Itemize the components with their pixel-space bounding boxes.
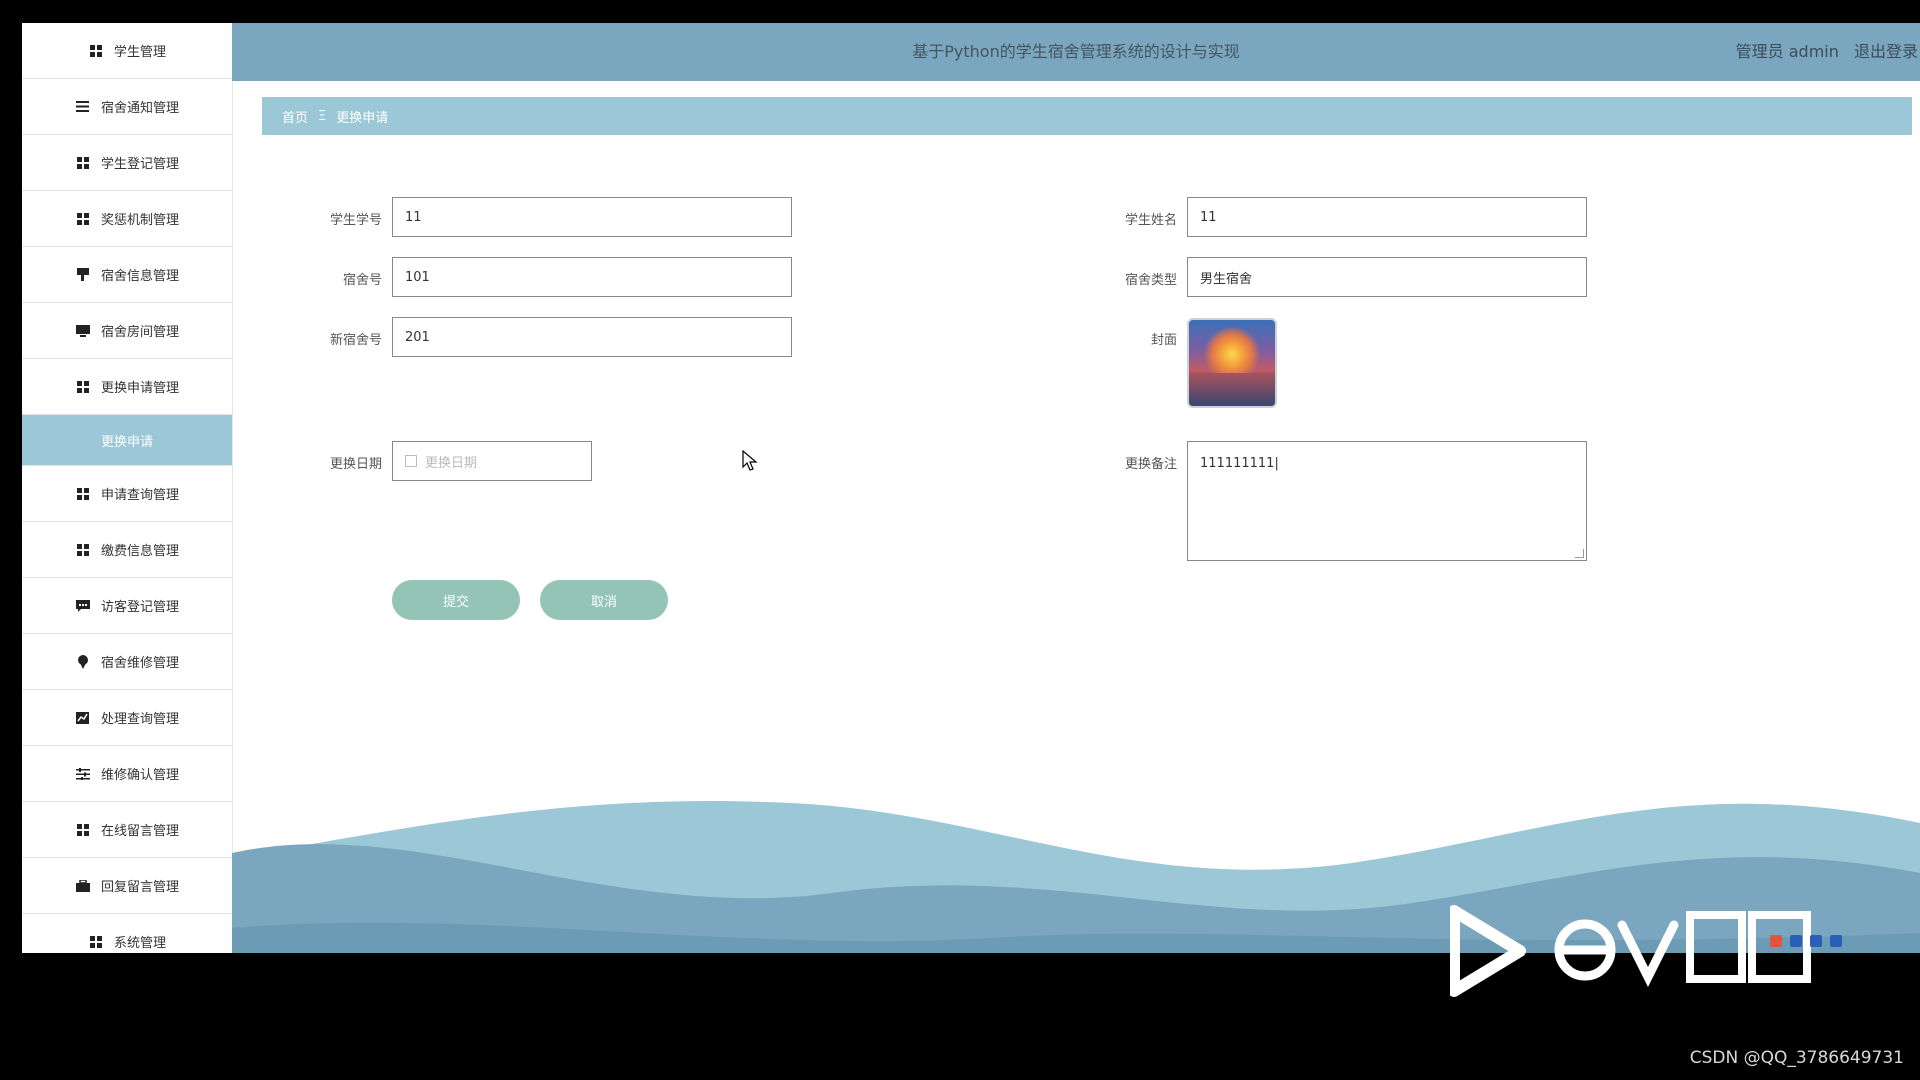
sidebar-item-label: 回复留言管理 bbox=[100, 880, 179, 895]
dorm-type-input[interactable]: 男生宿舍 bbox=[1187, 257, 1587, 297]
tray-shirt-icon[interactable] bbox=[1830, 935, 1842, 947]
monitor-icon bbox=[75, 323, 91, 339]
new-dorm-no-label: 新宿舍号 bbox=[329, 333, 382, 348]
remark-textarea[interactable]: 111111111| bbox=[1187, 441, 1587, 561]
sidebar-item-label: 在线留言管理 bbox=[100, 824, 179, 839]
system-tray bbox=[1770, 935, 1842, 947]
sidebar-item-12[interactable]: 处理查询管理 bbox=[22, 690, 232, 746]
sidebar-item-2[interactable]: 学生登记管理 bbox=[22, 135, 232, 191]
student-id-label: 学生学号 bbox=[329, 213, 382, 228]
dorm-no-input[interactable]: 101 bbox=[392, 257, 792, 297]
sidebar-item-4[interactable]: 宿舍信息管理 bbox=[22, 247, 232, 303]
sidebar-item-11[interactable]: 宿舍维修管理 bbox=[22, 634, 232, 690]
sidebar-item-1[interactable]: 宿舍通知管理 bbox=[22, 79, 232, 135]
sidebar-item-label: 宿舍信息管理 bbox=[100, 269, 179, 284]
sidebar-item-0[interactable]: 学生管理 bbox=[22, 23, 232, 79]
pin-icon bbox=[75, 654, 91, 670]
sliders-icon bbox=[75, 766, 91, 782]
sidebar-item-7[interactable]: 更换申请 bbox=[22, 415, 232, 466]
change-date-label: 更换日期 bbox=[329, 457, 382, 472]
user-area: 管理员 admin 退出登录 bbox=[1726, 23, 1918, 81]
grid-icon bbox=[75, 155, 91, 171]
sidebar-item-3[interactable]: 奖惩机制管理 bbox=[22, 191, 232, 247]
grid-icon bbox=[88, 43, 104, 59]
sidebar-item-label: 缴费信息管理 bbox=[100, 544, 179, 559]
student-name-label: 学生姓名 bbox=[1124, 213, 1177, 228]
sidebar-item-label: 学生管理 bbox=[113, 45, 166, 60]
grid-icon bbox=[75, 211, 91, 227]
admin-label: 管理员 admin bbox=[1735, 42, 1839, 61]
sidebar-item-label: 宿舍通知管理 bbox=[100, 101, 179, 116]
breadcrumb-home[interactable]: 首页 bbox=[282, 107, 308, 126]
app-window: 学生管理 宿舍通知管理 学生登记管理 奖惩机制管理 宿舍信息管理 宿舍房间管理 更换申请管理… bbox=[22, 23, 1920, 953]
header-bar: 基于Python的学生宿舍管理系统的设计与实现 管理员 admin 退出登录 bbox=[232, 23, 1920, 81]
remark-text: 111111111| bbox=[1200, 456, 1279, 471]
new-dorm-no-input[interactable]: 201 bbox=[392, 317, 792, 357]
csdn-watermark: CSDN @QQ_3786649731 bbox=[1689, 1048, 1904, 1068]
submit-button[interactable]: 提交 bbox=[392, 580, 520, 620]
grid-icon bbox=[75, 542, 91, 558]
ev-logo-watermark bbox=[1450, 905, 1811, 997]
resize-handle-icon[interactable] bbox=[1575, 549, 1584, 558]
sidebar-item-10[interactable]: 访客登记管理 bbox=[22, 578, 232, 634]
sidebar-item-16[interactable]: 系统管理 bbox=[22, 914, 232, 953]
breadcrumb: 首页 Ξ 更换申请 bbox=[262, 97, 1912, 135]
sidebar-item-label: 宿舍房间管理 bbox=[100, 325, 179, 340]
chat-icon bbox=[75, 598, 91, 614]
sidebar-item-label: 处理查询管理 bbox=[100, 712, 179, 727]
dorm-type-label: 宿舍类型 bbox=[1124, 273, 1177, 288]
briefcase-icon bbox=[75, 878, 91, 894]
sidebar-item-label: 系统管理 bbox=[113, 936, 166, 951]
cover-water-shape bbox=[1189, 373, 1275, 406]
grid-icon bbox=[75, 486, 91, 502]
sidebar-item-6[interactable]: 更换申请管理 bbox=[22, 359, 232, 415]
sidebar-item-8[interactable]: 申请查询管理 bbox=[22, 466, 232, 522]
sidebar-item-label: 宿舍维修管理 bbox=[100, 656, 179, 671]
list-icon bbox=[75, 99, 91, 115]
student-name-input[interactable]: 11 bbox=[1187, 197, 1587, 237]
sidebar-item-label: 维修确认管理 bbox=[100, 768, 179, 783]
cover-label: 封面 bbox=[1150, 333, 1177, 348]
dorm-no-label: 宿舍号 bbox=[342, 273, 382, 288]
student-id-input[interactable]: 11 bbox=[392, 197, 792, 237]
sidebar-item-15[interactable]: 回复留言管理 bbox=[22, 858, 232, 914]
tray-mic-icon[interactable] bbox=[1790, 935, 1802, 947]
chart-icon bbox=[75, 710, 91, 726]
change-date-input[interactable]: 更换日期 bbox=[392, 441, 592, 481]
sidebar-item-9[interactable]: 缴费信息管理 bbox=[22, 522, 232, 578]
tray-keyboard-icon[interactable] bbox=[1810, 935, 1822, 947]
sidebar-item-label: 学生登记管理 bbox=[100, 157, 179, 172]
breadcrumb-separator: Ξ bbox=[318, 108, 327, 124]
mouse-cursor-icon bbox=[742, 450, 758, 471]
sidebar-item-5[interactable]: 宿舍房间管理 bbox=[22, 303, 232, 359]
change-date-placeholder: 更换日期 bbox=[425, 455, 478, 471]
grid-icon bbox=[75, 822, 91, 838]
sidebar-item-label: 访客登记管理 bbox=[100, 600, 179, 615]
remark-label: 更换备注 bbox=[1124, 457, 1177, 472]
tray-s-icon[interactable] bbox=[1770, 935, 1782, 947]
system-title: 基于Python的学生宿舍管理系统的设计与实现 bbox=[912, 42, 1240, 61]
sidebar-item-14[interactable]: 在线留言管理 bbox=[22, 802, 232, 858]
sidebar-item-label: 奖惩机制管理 bbox=[100, 213, 179, 228]
calendar-icon bbox=[405, 455, 417, 467]
sidebar-item-label: 更换申请 bbox=[100, 434, 153, 450]
cancel-button[interactable]: 取消 bbox=[540, 580, 668, 620]
cover-image[interactable] bbox=[1187, 318, 1277, 408]
flag-icon bbox=[75, 267, 91, 283]
sidebar-item-13[interactable]: 维修确认管理 bbox=[22, 746, 232, 802]
grid-icon bbox=[88, 934, 104, 950]
sidebar-item-label: 更换申请管理 bbox=[100, 381, 179, 396]
sidebar: 学生管理宿舍通知管理 学生登记管理 奖惩机制管理 宿舍信息管理 宿舍房间管理 更换申请管理… bbox=[22, 23, 233, 953]
breadcrumb-current: 更换申请 bbox=[336, 110, 389, 126]
sidebar-item-label: 申请查询管理 bbox=[100, 488, 179, 503]
grid-icon bbox=[75, 379, 91, 395]
logout-link[interactable]: 退出登录 bbox=[1854, 42, 1918, 61]
